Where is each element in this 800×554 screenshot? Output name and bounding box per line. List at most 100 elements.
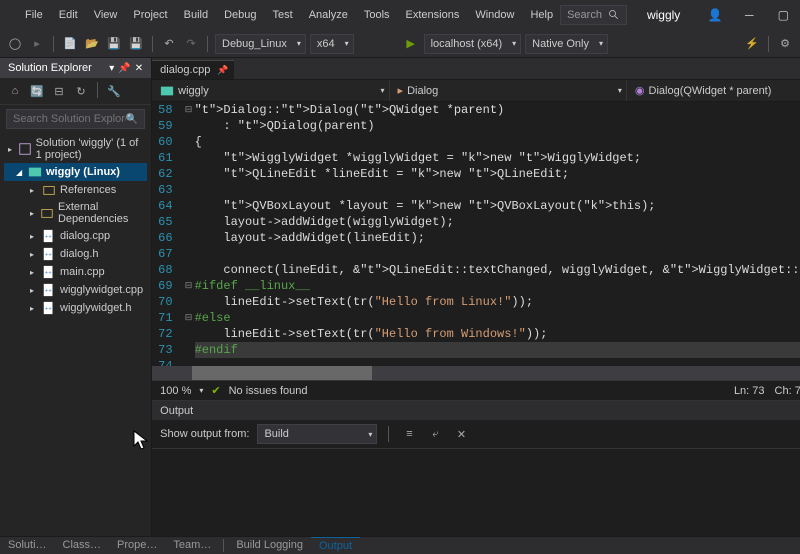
redo-button[interactable]: ↷ [182, 35, 200, 53]
tree-item[interactable]: ▸External Dependencies [4, 199, 147, 227]
solution-tree: ▸Solution 'wiggly' (1 of 1 project) ◢wig… [0, 133, 151, 319]
bottom-tab[interactable]: Soluti… [0, 537, 55, 554]
svg-text:++: ++ [45, 306, 53, 313]
config-dropdown[interactable]: Debug_Linux [215, 34, 306, 54]
menu-tools[interactable]: Tools [357, 5, 397, 25]
solution-node[interactable]: ▸Solution 'wiggly' (1 of 1 project) [4, 135, 147, 163]
navigation-bar: wiggly ▸Dialog ◉Dialog(QWidget * parent) [152, 80, 800, 102]
tree-item[interactable]: ▸++wigglywidget.cpp [4, 281, 147, 299]
bottom-tab[interactable]: Build Logging [228, 537, 311, 554]
open-button[interactable]: 📂 [83, 35, 101, 53]
tab-dialog-cpp[interactable]: dialog.cpp📌 [152, 60, 234, 79]
explorer-toolbar: ⌂ 🔄 ⊟ ↻ 🔧 [0, 78, 151, 105]
bottom-tab[interactable]: Output [311, 537, 360, 554]
code-editor[interactable]: 58596061626364656667686970717273747576 ⊟… [152, 102, 800, 366]
output-body[interactable] [152, 449, 800, 536]
tree-item[interactable]: ▸++wigglywidget.h [4, 299, 147, 317]
bottom-tab[interactable]: Prope… [109, 537, 165, 554]
filter-icon[interactable]: ≡ [400, 425, 418, 443]
char-indicator[interactable]: Ch: 7 [775, 385, 800, 397]
clear-icon[interactable]: ✕ [452, 425, 470, 443]
back-button[interactable]: ◯ [6, 35, 24, 53]
editor-area: dialog.cpp📌 wiggly ▸Dialog ◉Dialog(QWidg… [152, 58, 800, 536]
solution-explorer-title: Solution Explorer ▾ 📌 ✕ [0, 58, 151, 78]
forward-button[interactable]: ▸ [28, 35, 46, 53]
main-toolbar: ◯ ▸ 📄 📂 💾 💾 ↶ ↷ Debug_Linux x64 ▶ localh… [0, 30, 800, 58]
title-bar: FileEditViewProjectBuildDebugTestAnalyze… [0, 0, 800, 30]
maximize-button[interactable]: ▢ [768, 3, 798, 27]
svg-text:++: ++ [45, 270, 53, 277]
settings-icon[interactable]: ⚙ [776, 35, 794, 53]
nav-method[interactable]: ◉Dialog(QWidget * parent) [627, 80, 800, 101]
word-wrap-icon[interactable]: ⤶ [426, 425, 444, 443]
solution-explorer-panel: Solution Explorer ▾ 📌 ✕ ⌂ 🔄 ⊟ ↻ 🔧 🔍 ▸Sol… [0, 58, 152, 536]
menu-window[interactable]: Window [468, 5, 521, 25]
line-gutter: 58596061626364656667686970717273747576 [152, 102, 182, 366]
panel-close-icon[interactable]: ✕ [135, 63, 143, 74]
collapse-icon[interactable]: ⊟ [50, 82, 68, 100]
new-button[interactable]: 📄 [61, 35, 79, 53]
ok-icon: ✔ [211, 384, 220, 397]
menu-extensions[interactable]: Extensions [399, 5, 467, 25]
menu-file[interactable]: File [18, 5, 50, 25]
output-title: Output [160, 405, 193, 417]
tree-item[interactable]: ▸++main.cpp [4, 263, 147, 281]
zoom-level[interactable]: 100 % [160, 385, 191, 397]
target-dropdown[interactable]: localhost (x64) [424, 34, 522, 54]
bottom-tab[interactable]: Class… [55, 537, 110, 554]
search-icon: 🔍 [126, 114, 138, 125]
search-icon [608, 9, 620, 21]
tree-item[interactable]: ▸++dialog.h [4, 245, 147, 263]
pin-icon[interactable]: 📌 [118, 63, 130, 74]
menu-build[interactable]: Build [177, 5, 215, 25]
live-share-icon[interactable]: ⚡ [743, 35, 761, 53]
app-name: wiggly [647, 8, 680, 22]
horizontal-scrollbar[interactable] [152, 366, 800, 380]
menu-analyze[interactable]: Analyze [302, 5, 355, 25]
minimize-button[interactable]: ─ [734, 3, 764, 27]
user-icon[interactable]: 👤 [700, 3, 730, 27]
editor-status-bar: 100 % ▾ ✔ No issues found Ln: 73 Ch: 7 S… [152, 380, 800, 400]
bottom-tab[interactable]: Team… [165, 537, 219, 554]
menu-debug[interactable]: Debug [217, 5, 263, 25]
refresh-icon[interactable]: ↻ [72, 82, 90, 100]
nav-project[interactable]: wiggly [152, 80, 389, 101]
issues-text: No issues found [229, 385, 308, 397]
line-indicator[interactable]: Ln: 73 [734, 385, 765, 397]
menu-project[interactable]: Project [126, 5, 174, 25]
save-all-button[interactable]: 💾 [127, 35, 145, 53]
output-from-label: Show output from: [160, 428, 249, 440]
explorer-search[interactable]: 🔍 [6, 109, 145, 129]
svg-text:++: ++ [45, 252, 53, 259]
code-text[interactable]: "t">Dialog::"t">Dialog("t">QWidget *pare… [195, 102, 800, 366]
output-panel: Output ▾ 📌 ✕ Show output from: Build ≡ ⤶… [152, 400, 800, 536]
bottom-tabs: Soluti…Class…Prope…Team… Build LoggingOut… [0, 536, 800, 554]
fold-column[interactable]: ⊟ ⊟ ⊟ [183, 102, 195, 366]
debugger-dropdown[interactable]: Native Only [525, 34, 608, 54]
home-icon[interactable]: ⌂ [6, 82, 24, 100]
menu-test[interactable]: Test [266, 5, 300, 25]
tree-item[interactable]: ▸++dialog.cpp [4, 227, 147, 245]
search-placeholder: Search [567, 9, 602, 21]
dropdown-icon[interactable]: ▾ [109, 63, 114, 74]
platform-dropdown[interactable]: x64 [310, 34, 354, 54]
project-node[interactable]: ◢wiggly (Linux) [4, 163, 147, 181]
output-source-dropdown[interactable]: Build [257, 424, 377, 444]
properties-icon[interactable]: 🔧 [105, 82, 123, 100]
svg-text:++: ++ [45, 288, 53, 295]
menu-view[interactable]: View [87, 5, 125, 25]
menu-edit[interactable]: Edit [52, 5, 85, 25]
search-box[interactable]: Search [560, 5, 627, 25]
tree-item[interactable]: ▸References [4, 181, 147, 199]
nav-class[interactable]: ▸Dialog [390, 80, 627, 101]
explorer-search-input[interactable] [13, 113, 126, 125]
save-button[interactable]: 💾 [105, 35, 123, 53]
pin-icon[interactable]: 📌 [217, 65, 228, 76]
start-button[interactable]: ▶ [402, 35, 420, 53]
undo-button[interactable]: ↶ [160, 35, 178, 53]
sync-icon[interactable]: 🔄 [28, 82, 46, 100]
svg-text:++: ++ [45, 234, 53, 241]
document-tabs: dialog.cpp📌 [152, 58, 800, 80]
menu-bar: FileEditViewProjectBuildDebugTestAnalyze… [18, 5, 560, 25]
menu-help[interactable]: Help [523, 5, 560, 25]
